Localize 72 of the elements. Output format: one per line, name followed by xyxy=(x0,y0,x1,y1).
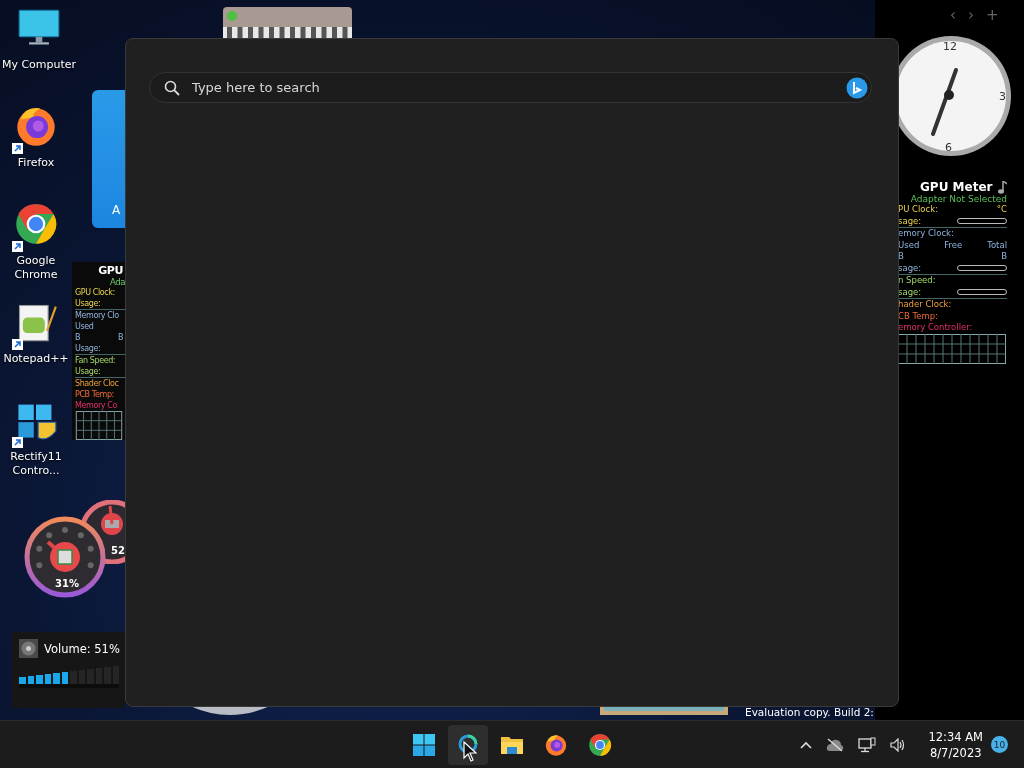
shortcut-arrow-icon xyxy=(12,143,23,154)
desktop-icon[interactable]: My Computer xyxy=(0,6,78,96)
windows-logo-icon xyxy=(412,732,436,757)
gadget-nav-button[interactable]: › xyxy=(968,6,974,24)
volume-label: Volume: 51% xyxy=(44,641,120,656)
meter-label: Usage: xyxy=(75,343,101,354)
meter-label: Used xyxy=(898,239,920,251)
meter-label: PU Clock: xyxy=(898,204,938,216)
meter-label: Usage: xyxy=(75,366,101,377)
desktop-icon[interactable]: Notepad++ xyxy=(3,300,69,390)
gadget-title: GPU xyxy=(98,264,123,277)
notification-badge[interactable]: 10 xyxy=(991,736,1008,753)
meter-label: PCB Temp: xyxy=(75,389,114,400)
chevron-up-icon[interactable] xyxy=(800,740,813,749)
meter-label: CB Temp: xyxy=(898,310,938,322)
music-note-icon xyxy=(998,180,1007,194)
meter-label: emory Controller: xyxy=(898,322,973,334)
graph-grid xyxy=(75,411,123,440)
meter-bar xyxy=(957,218,1007,225)
clock-button[interactable]: 12:34 AM 8/7/2023 xyxy=(928,728,983,761)
gadget-text: A xyxy=(112,203,121,217)
shortcut-arrow-icon xyxy=(12,339,23,350)
meter-label: Used xyxy=(75,321,94,332)
gadget-title: GPU Meter xyxy=(920,180,993,194)
evaluation-watermark: Evaluation copy. Build 2: xyxy=(745,706,874,718)
meter-label: hader Clock: xyxy=(898,299,952,311)
meter-bar xyxy=(957,289,1007,296)
meter-label: Total xyxy=(987,239,1007,251)
taskbar-button[interactable] xyxy=(448,724,488,765)
meter-label: Usage: xyxy=(75,298,101,309)
meter-label: °C xyxy=(996,204,1007,216)
network-icon[interactable] xyxy=(858,736,877,753)
clock-numeral: 3 xyxy=(999,90,1006,103)
firefox-icon xyxy=(544,732,568,757)
meter-label: B xyxy=(1001,251,1007,263)
cursor-icon xyxy=(463,741,477,763)
chrome-icon xyxy=(588,732,612,757)
desktop-icon[interactable]: Rectify11 Contro... xyxy=(0,398,72,488)
meter-label: sage: xyxy=(898,286,922,298)
gauge-reading: 52 xyxy=(111,545,125,556)
search-field[interactable]: Type here to search xyxy=(149,72,872,103)
bing-icon[interactable] xyxy=(846,77,868,99)
clock-numeral: 12 xyxy=(943,40,957,53)
meter-label: Memory Co xyxy=(75,400,117,411)
shortcut-arrow-icon xyxy=(12,241,23,252)
desktop-icon[interactable]: Firefox xyxy=(14,104,58,194)
gadget-nav-button[interactable]: ‹ xyxy=(950,6,956,24)
meter-label: emory Clock: xyxy=(898,228,954,240)
meter-label: GPU Clock: xyxy=(75,287,115,298)
gadget-subtitle: Adapter Not Selected xyxy=(910,194,1007,204)
gadget-nav-button[interactable]: + xyxy=(986,6,999,24)
cloud-off-icon[interactable] xyxy=(826,737,845,752)
meter-label: Shader Cloc xyxy=(75,378,119,389)
meter-label: Fan Speed: xyxy=(75,355,116,366)
desktop-icon[interactable]: Google Chrome xyxy=(0,202,72,292)
speaker-icon xyxy=(19,639,38,658)
chrome-icon xyxy=(14,202,58,246)
meter-label: B xyxy=(75,332,81,343)
meter-bar xyxy=(957,265,1007,272)
gauge-reading: 31% xyxy=(55,578,79,589)
meter-label: sage: xyxy=(898,262,922,274)
meter-label: sage: xyxy=(898,215,922,227)
meter-label: Free xyxy=(944,239,963,251)
meter-label: Memory Clo xyxy=(75,310,119,321)
meter-label: B xyxy=(117,332,123,343)
gadget-subtitle: Ada xyxy=(109,277,125,287)
meter-label: n Speed: xyxy=(898,275,936,287)
meter-label: B xyxy=(898,251,904,263)
clock-numeral: 6 xyxy=(945,141,952,154)
search-icon xyxy=(164,80,180,96)
volume-icon[interactable] xyxy=(890,737,907,752)
shortcut-arrow-icon xyxy=(12,437,23,448)
